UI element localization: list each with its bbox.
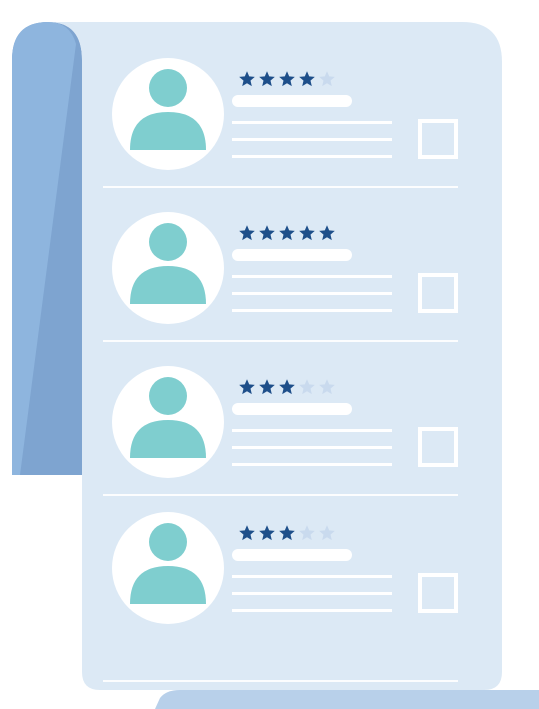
review-text-line <box>232 575 392 578</box>
review-checkbox[interactable] <box>418 273 458 313</box>
review-divider <box>103 186 458 188</box>
user-silhouette-icon <box>130 69 206 150</box>
review-title-placeholder <box>232 95 352 107</box>
star-empty-icon <box>299 525 315 541</box>
star-rating <box>238 70 336 90</box>
review-list-illustration <box>0 0 539 709</box>
review-text-line <box>232 309 392 312</box>
user-silhouette-icon <box>130 377 206 458</box>
review-text-line <box>232 121 392 124</box>
star-filled-icon <box>299 225 315 241</box>
star-filled-icon <box>279 225 295 241</box>
review-title-placeholder <box>232 403 352 415</box>
review-text-line <box>232 275 392 278</box>
star-empty-icon <box>319 379 335 395</box>
star-filled-icon <box>259 379 275 395</box>
star-filled-icon <box>259 225 275 241</box>
review-list <box>0 0 539 709</box>
star-filled-icon <box>239 379 255 395</box>
user-silhouette-icon <box>130 223 206 304</box>
review-text-line <box>232 446 392 449</box>
review-text-line <box>232 429 392 432</box>
star-filled-icon <box>279 379 295 395</box>
review-text-line <box>232 155 392 158</box>
review-text-line <box>232 592 392 595</box>
star-empty-icon <box>299 379 315 395</box>
review-divider <box>103 340 458 342</box>
star-filled-icon <box>239 71 255 87</box>
review-text-line <box>232 609 392 612</box>
star-rating <box>238 524 336 544</box>
star-filled-icon <box>299 71 315 87</box>
review-text-line <box>232 463 392 466</box>
star-rating <box>238 224 336 244</box>
star-filled-icon <box>259 525 275 541</box>
review-title-placeholder <box>232 549 352 561</box>
star-filled-icon <box>239 225 255 241</box>
avatar <box>112 512 224 624</box>
star-filled-icon <box>279 525 295 541</box>
review-checkbox[interactable] <box>418 427 458 467</box>
star-filled-icon <box>259 71 275 87</box>
star-rating <box>238 378 336 398</box>
review-checkbox[interactable] <box>418 573 458 613</box>
avatar <box>112 366 224 478</box>
review-text-line <box>232 292 392 295</box>
review-checkbox[interactable] <box>418 119 458 159</box>
review-item <box>100 512 470 662</box>
review-title-placeholder <box>232 249 352 261</box>
avatar <box>112 212 224 324</box>
avatar <box>112 58 224 170</box>
star-filled-icon <box>239 525 255 541</box>
review-divider <box>103 494 458 496</box>
user-silhouette-icon <box>130 523 206 604</box>
star-empty-icon <box>319 71 335 87</box>
star-filled-icon <box>279 71 295 87</box>
star-filled-icon <box>319 225 335 241</box>
star-empty-icon <box>319 525 335 541</box>
review-text-line <box>232 138 392 141</box>
